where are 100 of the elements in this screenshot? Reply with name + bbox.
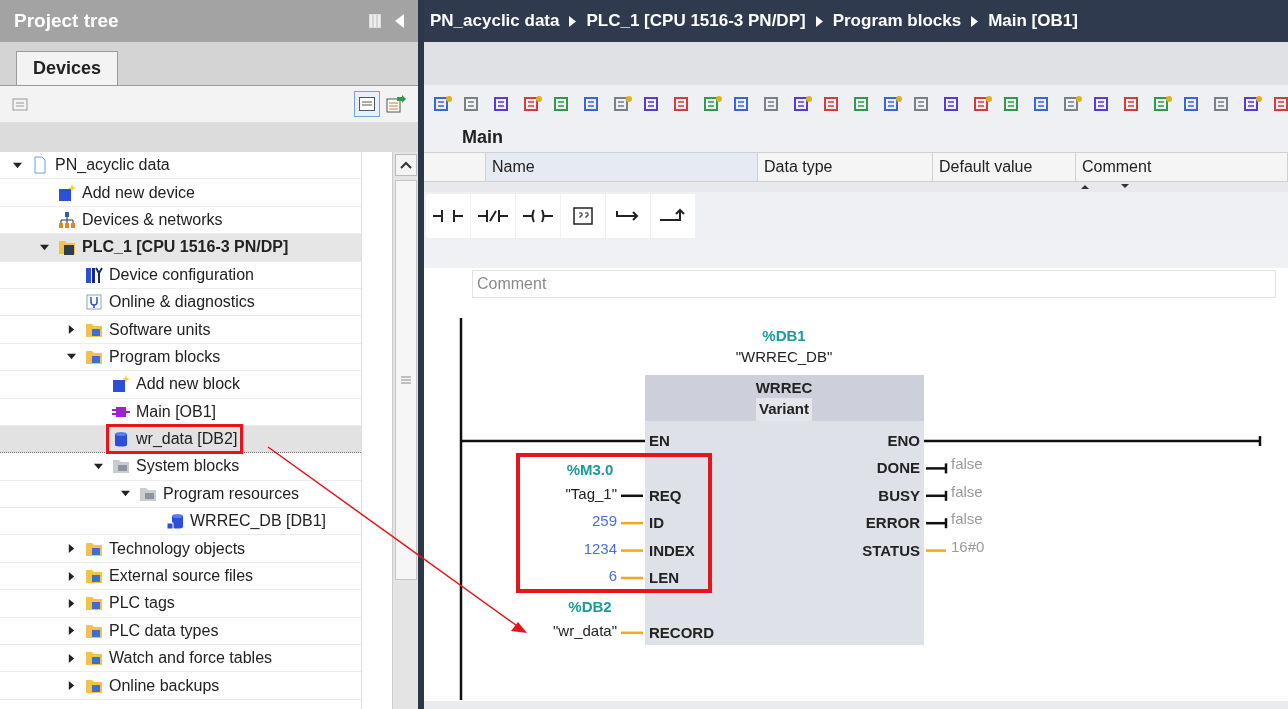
tree-item[interactable]: PLC tags [0,590,361,618]
expanded-caret-icon[interactable] [66,352,76,362]
output-value: false [951,456,983,472]
tree-item[interactable]: PLC_1 [CPU 1516-3 PN/DP] [0,234,361,262]
input-parameter: REQ [649,487,682,503]
collapsed-caret-icon[interactable] [66,598,76,608]
output-parameter: DONE [876,460,920,476]
collapsed-caret-icon[interactable] [66,626,76,636]
scrollbar[interactable] [392,152,418,709]
input-operand[interactable]: 6 [608,568,617,583]
tree-item[interactable]: wr_data [DB2] [0,425,361,454]
instance-name: "WRREC_DB" [735,347,833,367]
list-view-icon [359,97,375,111]
output-value: false [951,483,983,499]
branch-close-button[interactable] [651,194,695,238]
table-export-icon[interactable] [386,95,406,113]
tree-item[interactable]: Technology objects [0,535,361,563]
output-wire [926,490,948,501]
output-wire [926,518,948,529]
collapsed-caret-icon[interactable] [66,571,76,581]
contact-button[interactable] [426,194,470,238]
input-parameter: ID [649,515,664,531]
input-operand[interactable]: "wr_data" [553,622,617,638]
collapse-icon[interactable] [395,14,404,28]
column-header[interactable]: Name [486,153,758,181]
tree-item-label: Software units [109,319,211,340]
collapsed-caret-icon[interactable] [66,681,76,691]
tree-item-label: PN_acyclic data [55,155,170,176]
tree-item[interactable]: Online & diagnostics [0,288,361,317]
chevron-icon [815,15,823,27]
database-icon [112,430,130,449]
tree-item-label: PLC data types [109,620,219,641]
list-view-button[interactable] [354,91,380,117]
tree-item[interactable]: Program blocks [0,343,361,372]
chevron-icon [971,15,979,27]
tree-item-label: WRREC_DB [DB1] [190,511,327,532]
tree-item-label: Devices & networks [82,209,223,230]
panel-title: Project tree [14,8,119,33]
tree-item[interactable]: Add new block [0,371,361,399]
tree-item-label: PLC tags [109,593,175,614]
column-header[interactable]: Default value [933,153,1076,181]
column-header[interactable]: Data type [758,153,933,181]
collapsed-caret-icon[interactable] [66,653,76,663]
expanded-caret-icon[interactable] [120,489,130,499]
input-parameter: RECORD [649,624,714,640]
tree-item-label: External source files [109,566,254,587]
panel-tab[interactable]: Devices [16,51,119,85]
tree-item-label: Add new block [136,374,241,395]
tree-item[interactable]: PLC data types [0,617,361,646]
operand-address: %M3.0 [566,462,614,478]
input-operand[interactable]: 259 [591,513,617,529]
tree-item[interactable]: Add new device [0,179,361,207]
tree-item[interactable]: Main [OB1] [0,398,361,426]
tree-item[interactable]: External source files [0,562,361,591]
diagnostics-icon [85,293,103,312]
breadcrumb-item[interactable]: Program blocks [832,8,962,34]
network-icon [58,210,76,229]
input-operand[interactable]: 1234 [583,540,617,556]
tree-item[interactable]: PN_acyclic data [0,152,361,180]
collapsed-caret-icon[interactable] [66,325,76,335]
scroll-up-icon[interactable] [394,154,417,176]
folder-icon [85,649,103,668]
tree-item[interactable]: Software units [0,316,361,344]
expanded-caret-icon[interactable] [93,462,103,471]
database-icon [166,512,184,531]
column-header[interactable]: Comment [1076,153,1288,181]
output-wire [926,463,948,474]
folder-icon [112,457,130,476]
scroll-thumb[interactable] [394,180,417,580]
tree-item-label: PLC_1 [CPU 1516-3 PN/DP] [82,237,289,258]
input-parameter: INDEX [649,542,695,558]
block-title: Main [462,125,503,149]
output-value: false [951,511,983,527]
tree-item-label: Watch and force tables [109,648,273,669]
output-wire [926,549,946,552]
breadcrumb-item[interactable]: PN_acyclic data [430,8,560,34]
tree-item[interactable]: System blocks [0,453,361,481]
tree-item[interactable]: Device configuration [0,261,361,289]
tree-item[interactable]: Online backups [0,672,361,700]
comment-field[interactable]: Comment [472,270,1276,298]
input-operand[interactable]: "Tag_1" [565,485,617,501]
expanded-caret-icon[interactable] [12,160,22,170]
tree-item-label: Technology objects [109,538,246,559]
output-parameter: STATUS [862,542,920,558]
tree-item[interactable]: Watch and force tables [0,645,361,673]
tree-item[interactable]: WRREC_DB [DB1] [0,508,361,536]
tree-item-label: Program blocks [109,346,221,367]
tree-item[interactable]: Program resources [0,480,361,509]
breadcrumb-item[interactable]: Main [OB1] [988,8,1078,34]
tree-item-label: Add new device [82,182,195,203]
collapsed-caret-icon[interactable] [66,544,76,554]
expanded-caret-icon[interactable] [39,242,49,252]
branch-open-button[interactable] [606,194,650,238]
chevron-icon [569,15,577,27]
input-parameter: EN [649,433,670,448]
negated-contact-button[interactable] [471,194,515,238]
coil-button[interactable] [516,194,560,238]
tree-item-label: Main [OB1] [136,401,217,422]
instance-address: %DB1 [762,326,806,346]
breadcrumb-item[interactable]: PLC_1 [CPU 1516-3 PN/DP] [586,8,806,34]
